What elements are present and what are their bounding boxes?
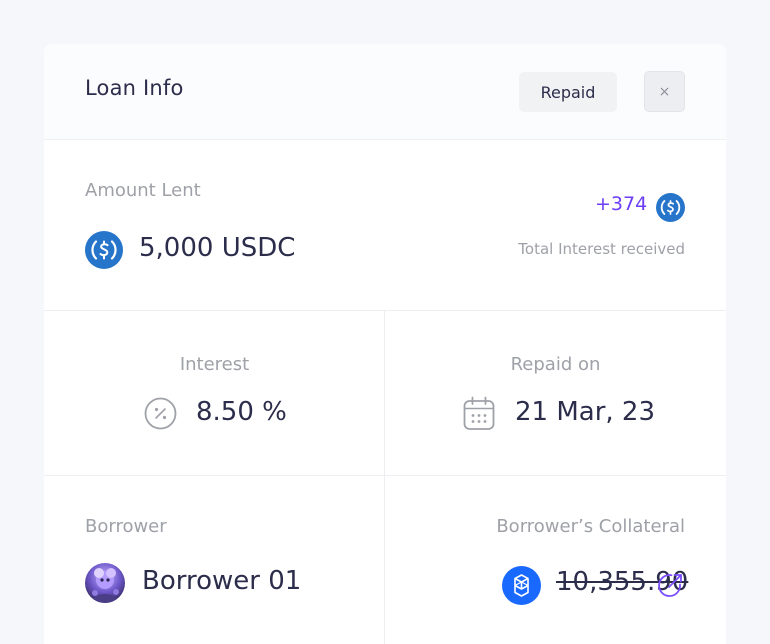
repaid-button[interactable]: Repaid xyxy=(519,72,617,112)
close-button[interactable]: × xyxy=(644,71,685,112)
repaid-on-label: Repaid on xyxy=(510,354,601,375)
amount-lent-value: 5,000 USDC xyxy=(139,233,296,263)
close-icon: × xyxy=(658,83,671,100)
loan-info-panel: Loan Info Repaid × Amount Lent 5,000 USD… xyxy=(44,44,726,644)
repaid-on-section: Repaid on 21 Mar, 23 xyxy=(385,311,726,476)
collateral-section: Borrower’s Collateral 10,355.90 xyxy=(385,476,726,644)
interest-label: Interest xyxy=(179,354,250,375)
interest-total-value: +374 xyxy=(595,193,648,215)
percent-icon xyxy=(144,397,177,430)
repaid-on-value: 21 Mar, 23 xyxy=(515,397,656,427)
external-link-icon[interactable] xyxy=(657,571,685,599)
interest-caption: Total Interest received xyxy=(518,240,685,258)
borrower-name[interactable]: Borrower 01 xyxy=(142,566,301,596)
collateral-label: Borrower’s Collateral xyxy=(496,516,685,537)
interest-value: 8.50 % xyxy=(196,397,287,427)
usdc-coin-icon xyxy=(656,193,685,222)
calendar-icon xyxy=(463,396,495,431)
borrower-section: Borrower Borrower 01 xyxy=(44,476,385,644)
usdc-coin-icon xyxy=(85,231,123,269)
fantom-token-icon xyxy=(502,566,541,605)
avatar[interactable] xyxy=(85,563,125,603)
borrower-label: Borrower xyxy=(85,516,167,537)
interest-section: Interest 8.50 % xyxy=(44,311,385,476)
page-title: Loan Info xyxy=(85,76,184,100)
amount-lent-label: Amount Lent xyxy=(85,180,201,201)
panel-header: Loan Info Repaid × xyxy=(44,44,726,140)
amount-lent-section: Amount Lent 5,000 USDC +374 Total Intere… xyxy=(44,141,726,311)
